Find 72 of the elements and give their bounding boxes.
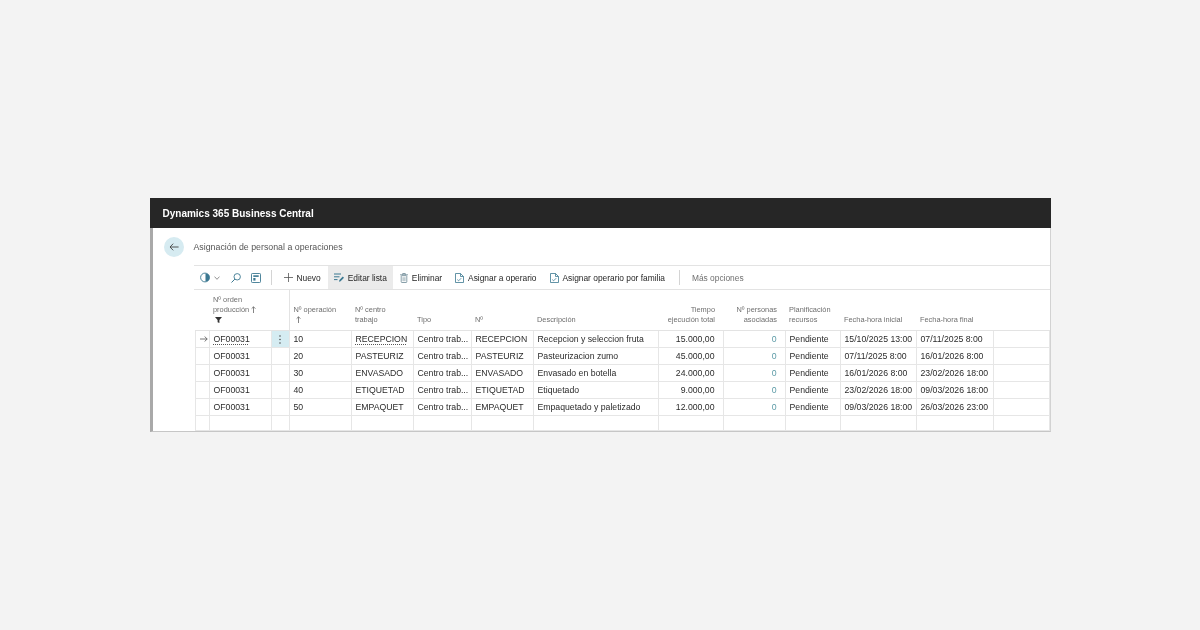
table-cell: 15.000,00 (658, 330, 723, 348)
table-cell: RECEPCION (471, 330, 533, 348)
count-link[interactable]: 0 (771, 385, 777, 395)
count-link[interactable]: 0 (771, 368, 777, 378)
trash-icon (399, 272, 408, 283)
count-link[interactable]: 0 (771, 334, 777, 344)
table-cell: Pendiente (785, 347, 840, 365)
count-link[interactable]: 0 (771, 351, 777, 361)
table-cell: ETIQUETAD (471, 381, 533, 399)
table-cell: 07/11/2025 8:00 (840, 347, 916, 365)
table-cell: ENVASADO (471, 364, 533, 382)
table-cell: 16/01/2026 8:00 (916, 347, 993, 365)
table-cell: Envasado en botella (533, 364, 658, 382)
action-button[interactable]: Nuevo (277, 266, 327, 289)
table-cell: Centro trab... (413, 330, 471, 348)
table-cell: 15/10/2025 13:00 (840, 330, 916, 348)
table-cell: PASTEURIZ (351, 347, 413, 365)
table-cell: 24.000,00 (658, 364, 723, 382)
table-cell: ETIQUETAD (351, 381, 413, 399)
action-button[interactable]: Asignar operario por familia (543, 266, 671, 289)
table-cell: Centro trab... (413, 364, 471, 382)
app-title: Dynamics 365 Business Central (162, 207, 314, 219)
panel-icon (250, 272, 261, 283)
document-icon (549, 272, 559, 283)
table-cell: 50 (289, 398, 351, 416)
table-cell: Pendiente (785, 398, 840, 416)
chevron-down-icon (213, 275, 220, 280)
table-cell: 12.000,00 (658, 398, 723, 416)
table-cell: PASTEURIZ (471, 347, 533, 365)
table-cell: Recepcion y seleccion fruta (533, 330, 658, 348)
action-button[interactable]: Editar lista (327, 266, 393, 289)
table-cell: OF00031 (209, 364, 271, 382)
table-cell: OF00031 (209, 347, 271, 365)
table-cell: Centro trab... (413, 398, 471, 416)
table-cell: 16/01/2026 8:00 (840, 364, 916, 382)
back-arrow-icon (168, 242, 179, 251)
half-circle-icon (199, 272, 211, 283)
table-cell: Pendiente (785, 364, 840, 382)
plus-icon (283, 273, 293, 282)
table-cell: 07/11/2025 8:00 (916, 330, 993, 348)
action-button[interactable]: Asignar a operario (449, 266, 543, 289)
table-cell: EMPAQUET (351, 398, 413, 416)
table-cell: Pasteurizacion zumo (533, 347, 658, 365)
table-cell: Pendiente (785, 381, 840, 399)
table-cell: OF00031 (209, 381, 271, 399)
table-cell: Empaquetado y paletizado (533, 398, 658, 416)
page-title: Asignación de personal a operaciones (193, 241, 343, 252)
table-cell: ENVASADO (351, 364, 413, 382)
action-button[interactable]: Eliminar (393, 266, 449, 289)
table-cell: Centro trab... (413, 347, 471, 365)
table-cell: 9.000,00 (658, 381, 723, 399)
table-cell: 23/02/2026 18:00 (840, 381, 916, 399)
table-cell: 40 (289, 381, 351, 399)
table-cell: 45.000,00 (658, 347, 723, 365)
edit-list-icon (333, 273, 344, 282)
table-cell: Etiquetado (533, 381, 658, 399)
table-cell: EMPAQUET (471, 398, 533, 416)
table-cell: 30 (289, 364, 351, 382)
table-cell: 10 (289, 330, 351, 348)
table-cell: Pendiente (785, 330, 840, 348)
back-button[interactable] (163, 236, 184, 257)
table-cell: Centro trab... (413, 381, 471, 399)
table-cell: 09/03/2026 18:00 (840, 398, 916, 416)
table-cell: 09/03/2026 18:00 (916, 381, 993, 399)
count-link[interactable]: 0 (771, 402, 777, 412)
table-cell: OF00031 (209, 398, 271, 416)
table-cell: 23/02/2026 18:00 (916, 364, 993, 382)
table-cell: 20 (289, 347, 351, 365)
more-options-button[interactable]: Más opciones (685, 266, 750, 289)
document-icon (455, 272, 465, 283)
table-cell: 26/03/2026 23:00 (916, 398, 993, 416)
search-icon (230, 272, 241, 283)
